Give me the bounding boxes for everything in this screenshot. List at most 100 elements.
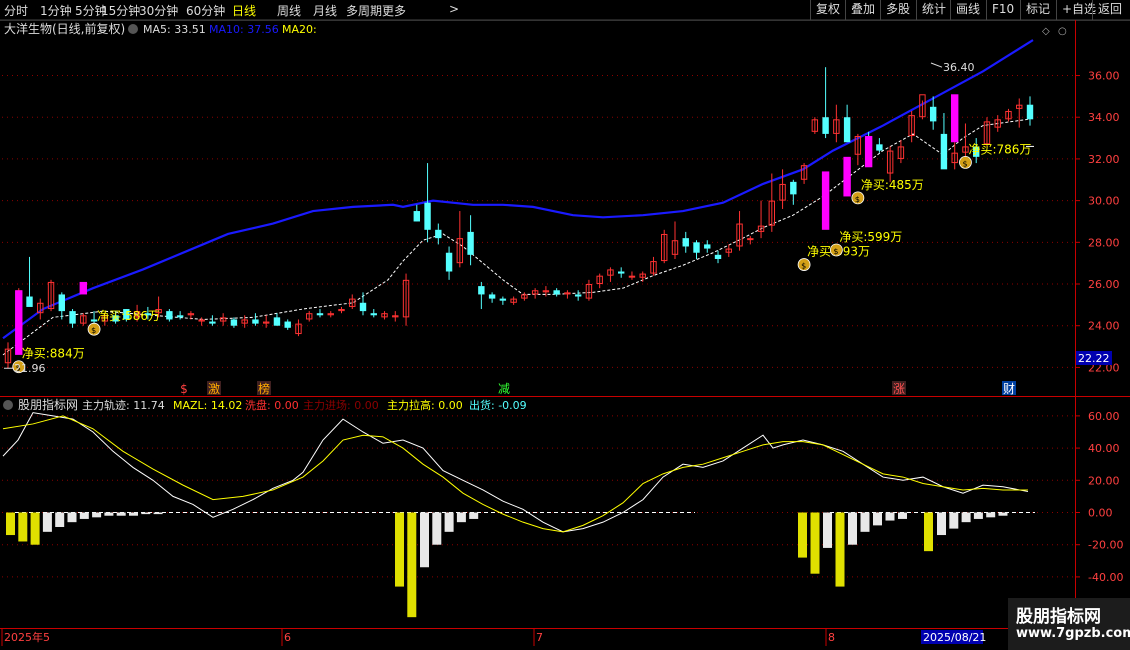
white-bar xyxy=(873,512,882,526)
candle-down xyxy=(929,106,937,122)
event-marker-1: 激 xyxy=(208,382,220,396)
candle-down xyxy=(682,238,689,247)
candle-down xyxy=(693,242,700,253)
white-bar xyxy=(998,512,1008,516)
white-bar xyxy=(961,512,971,523)
circle-icon: ○ xyxy=(1058,26,1067,37)
white-bar xyxy=(141,512,151,515)
watermark-url: www.7gpzb.com xyxy=(1016,626,1130,641)
candle-down xyxy=(359,302,367,312)
candle-down xyxy=(424,202,431,230)
indicator-name: 股朋指标网 xyxy=(18,397,78,412)
money-bag-glyph: $ xyxy=(801,262,806,271)
magenta-candle xyxy=(864,135,873,168)
candle-down xyxy=(413,211,420,222)
mazl-value: MAZL: 14.02 xyxy=(173,399,242,412)
chart-canvas: 22.0024.0026.0028.0030.0032.0034.0036.00… xyxy=(0,20,1130,650)
candle-down xyxy=(284,321,291,328)
white-bar xyxy=(42,512,52,532)
ma20-label: MA20: xyxy=(282,23,317,36)
yellow-bar xyxy=(407,512,417,618)
magenta-candle xyxy=(950,94,959,143)
track-value: 主力轨迹: 11.74 xyxy=(82,398,165,412)
candle-down xyxy=(58,294,65,312)
white-bar xyxy=(823,512,832,548)
enter-value: 主力进场: 0.00 xyxy=(303,398,379,412)
net-buy-label-5: 净买:786万 xyxy=(968,142,1031,156)
yellow-bar xyxy=(924,512,933,552)
candle-down xyxy=(488,294,496,299)
candle-down xyxy=(209,321,216,324)
net-buy-label-4: 净买:485万 xyxy=(861,178,924,192)
event-marker-3: 减 xyxy=(498,382,510,396)
candle-down xyxy=(435,229,442,239)
date-label-1: 6 xyxy=(284,631,291,644)
candle-down xyxy=(574,294,582,297)
yellow-bar xyxy=(798,512,807,558)
money-bag-glyph: $ xyxy=(855,195,860,204)
candle-down xyxy=(69,311,76,324)
white-bar xyxy=(116,512,126,516)
money-bag-glyph: $ xyxy=(91,326,96,335)
ma5-label: MA5: 33.51 xyxy=(143,23,206,36)
ind-tick-label: 40.00 xyxy=(1088,442,1120,455)
main-tick-label: 32.00 xyxy=(1088,153,1120,166)
white-bar xyxy=(986,512,996,518)
white-bar xyxy=(444,512,454,532)
candle-down xyxy=(822,117,829,134)
ind-tick-label: -20.00 xyxy=(1088,539,1123,552)
yellow-bar xyxy=(6,512,15,536)
candle-down xyxy=(843,117,851,143)
white-bar xyxy=(973,512,983,519)
white-bar xyxy=(456,512,466,523)
settings-gear-icon xyxy=(128,24,138,34)
candle-down xyxy=(499,298,507,301)
net-buy-label-3: 净买:599万 xyxy=(839,230,902,244)
candle-down xyxy=(273,317,281,326)
stock-title: 大洋生物(日线,前复权) xyxy=(4,21,125,36)
white-bar xyxy=(949,512,959,529)
event-marker-4: 涨 xyxy=(893,381,905,396)
white-bar xyxy=(420,512,429,568)
candle-down xyxy=(478,286,485,295)
candle-down xyxy=(316,313,324,316)
candle-down xyxy=(714,254,722,259)
white-bar xyxy=(153,512,163,515)
money-bag-glyph: $ xyxy=(833,247,838,256)
main-tick-label: 24.00 xyxy=(1088,320,1120,333)
net-buy-label-1: 净买:586万 xyxy=(97,309,160,323)
raise-value: 主力拉高: 0.00 xyxy=(387,398,463,412)
low-price-label: 21.96 xyxy=(14,362,46,375)
candle-down xyxy=(704,244,711,249)
diamond-icon: ◇ xyxy=(1042,26,1050,37)
magenta-candle xyxy=(843,156,851,197)
date-label-0: 2025年5 xyxy=(4,630,50,644)
white-bar xyxy=(92,512,102,518)
white-bar xyxy=(432,512,442,545)
event-marker-5: 财 xyxy=(1003,382,1015,396)
yellow-bar xyxy=(395,512,404,587)
candle-down xyxy=(467,231,474,255)
white-bar xyxy=(469,512,479,519)
watermark-title: 股朋指标网 xyxy=(1016,607,1101,627)
white-bar xyxy=(129,512,138,516)
candle-up xyxy=(747,238,754,241)
yellow-bar xyxy=(18,512,28,542)
date-cursor-label: 2025/08/21 xyxy=(923,631,986,644)
yellow-bar xyxy=(30,512,40,545)
candle-down xyxy=(230,319,238,326)
magenta-candle xyxy=(15,290,23,355)
yellow-bar xyxy=(835,512,845,587)
high-price-label: 36.40 xyxy=(943,61,975,74)
candle-down xyxy=(370,313,377,316)
white-bar xyxy=(848,512,857,545)
magenta-candle xyxy=(79,281,88,295)
ind-tick-label: -40.00 xyxy=(1088,571,1123,584)
main-tick-label: 34.00 xyxy=(1088,111,1120,124)
price-tag-label: 22.22 xyxy=(1078,352,1110,365)
date-label-2: 7 xyxy=(536,631,543,644)
candle-down xyxy=(553,290,560,295)
candle-up xyxy=(628,275,636,278)
white-bar xyxy=(55,512,65,527)
white-bar xyxy=(104,512,114,516)
